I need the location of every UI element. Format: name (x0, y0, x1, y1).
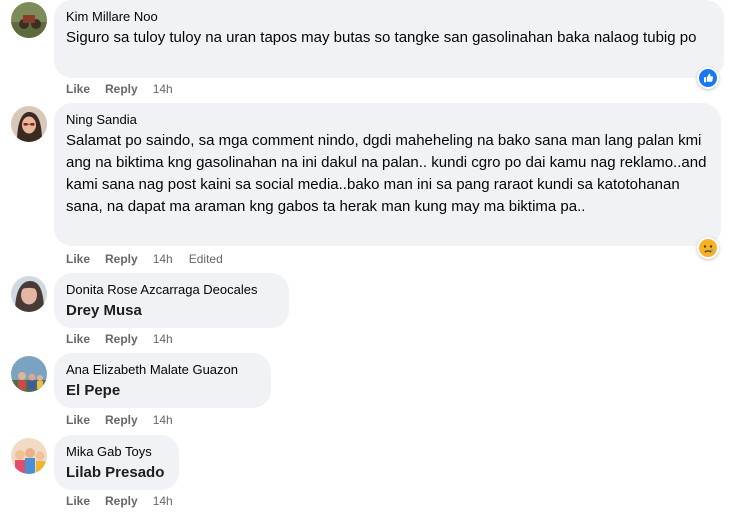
like-button[interactable]: Like (66, 332, 90, 346)
comment-text: Salamat po saindo, sa mga comment nindo,… (66, 132, 707, 215)
comment-actions: Like Reply 14h (66, 493, 189, 509)
comment-timestamp[interactable]: 14h (153, 494, 173, 508)
sad-reaction-icon[interactable] (697, 237, 719, 259)
comment-timestamp[interactable]: 14h (153, 252, 173, 266)
avatar[interactable] (11, 438, 47, 474)
reply-button[interactable]: Reply (105, 82, 138, 96)
comment-bubble: Ana Elizabeth Malate Guazon El Pepe (54, 353, 271, 408)
like-button[interactable]: Like (66, 252, 90, 266)
like-reaction-icon[interactable] (697, 67, 719, 89)
edited-label: Edited (188, 252, 223, 266)
comment-text: Lilab Presado (66, 464, 165, 481)
avatar[interactable] (11, 2, 47, 38)
reply-button[interactable]: Reply (105, 413, 138, 427)
reply-button[interactable]: Reply (105, 494, 138, 508)
comment-author[interactable]: Ana Elizabeth Malate Guazon (66, 361, 259, 378)
comment-text: El Pepe (66, 382, 121, 399)
like-button[interactable]: Like (66, 413, 90, 427)
comment-actions: Like Reply 14h (66, 331, 189, 347)
comment-bubble: Ning Sandia Salamat po saindo, sa mga co… (54, 103, 721, 246)
avatar[interactable] (11, 276, 47, 312)
comment-text: Siguro sa tuloy tuloy na uran tapos may … (66, 29, 697, 46)
reply-button[interactable]: Reply (105, 252, 138, 266)
comment-author[interactable]: Ning Sandia (66, 111, 709, 128)
comment-bubble: Mika Gab Toys Lilab Presado (54, 435, 179, 490)
comment-timestamp[interactable]: 14h (153, 82, 173, 96)
comment-bubble: Kim Millare Noo Siguro sa tuloy tuloy na… (54, 0, 724, 78)
comment-text: Drey Musa (66, 302, 142, 319)
comment-author[interactable]: Kim Millare Noo (66, 8, 712, 25)
avatar[interactable] (11, 106, 47, 142)
comment-bubble: Donita Rose Azcarraga Deocales Drey Musa (54, 273, 289, 328)
comment-actions: Like Reply 14h (66, 81, 189, 97)
comment-actions: Like Reply 14h Edited (66, 251, 223, 267)
like-button[interactable]: Like (66, 494, 90, 508)
comment-author[interactable]: Mika Gab Toys (66, 443, 167, 460)
comment-timestamp[interactable]: 14h (153, 413, 173, 427)
avatar[interactable] (11, 356, 47, 392)
comment-author[interactable]: Donita Rose Azcarraga Deocales (66, 281, 277, 298)
reply-button[interactable]: Reply (105, 332, 138, 346)
comment-timestamp[interactable]: 14h (153, 332, 173, 346)
like-button[interactable]: Like (66, 82, 90, 96)
comment-actions: Like Reply 14h (66, 412, 189, 428)
